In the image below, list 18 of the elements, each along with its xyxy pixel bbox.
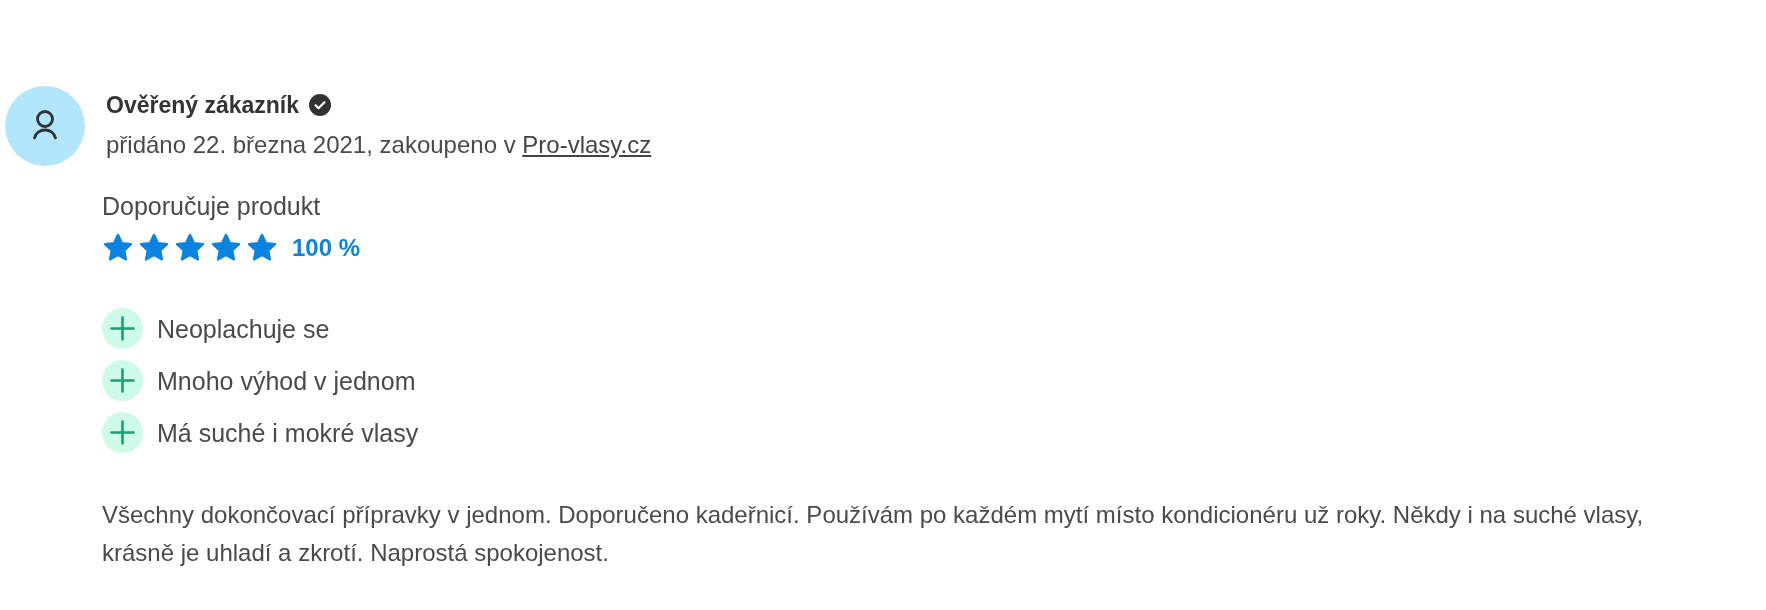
user-avatar-icon	[5, 86, 85, 166]
star-icon	[212, 234, 240, 262]
store-link[interactable]: Pro-vlasy.cz	[522, 131, 652, 158]
recommendation-label: Doporučuje produkt	[102, 191, 321, 222]
review-text: Všechny dokončovací přípravky v jednom. Doporučeno kadeřnicí. Používám po každém mytí místo kondicionéru už roky. Někdy i na suché vlasy, krásně je uhladí a zkrotí. Naprostá spokojenost.	[102, 500, 1645, 568]
recommendation-percent: 100 %	[292, 234, 361, 262]
star-icon	[140, 234, 168, 262]
pro-item-text: Neoplachuje se	[157, 313, 330, 344]
star-icon	[104, 234, 132, 262]
star-icon	[248, 234, 276, 262]
plus-icon	[102, 412, 143, 453]
review-meta: přidáno 22. března 2021, zakoupeno v Pro-vlasy.cz	[106, 130, 652, 160]
star-icon	[176, 234, 204, 262]
plus-icon	[102, 308, 143, 349]
reviewer-name: Ověřený zákazník	[106, 91, 300, 120]
pro-item-text: Mnoho výhod v jednom	[157, 365, 416, 396]
pro-item-text: Má suché i mokré vlasy	[157, 417, 419, 448]
plus-icon	[102, 360, 143, 401]
